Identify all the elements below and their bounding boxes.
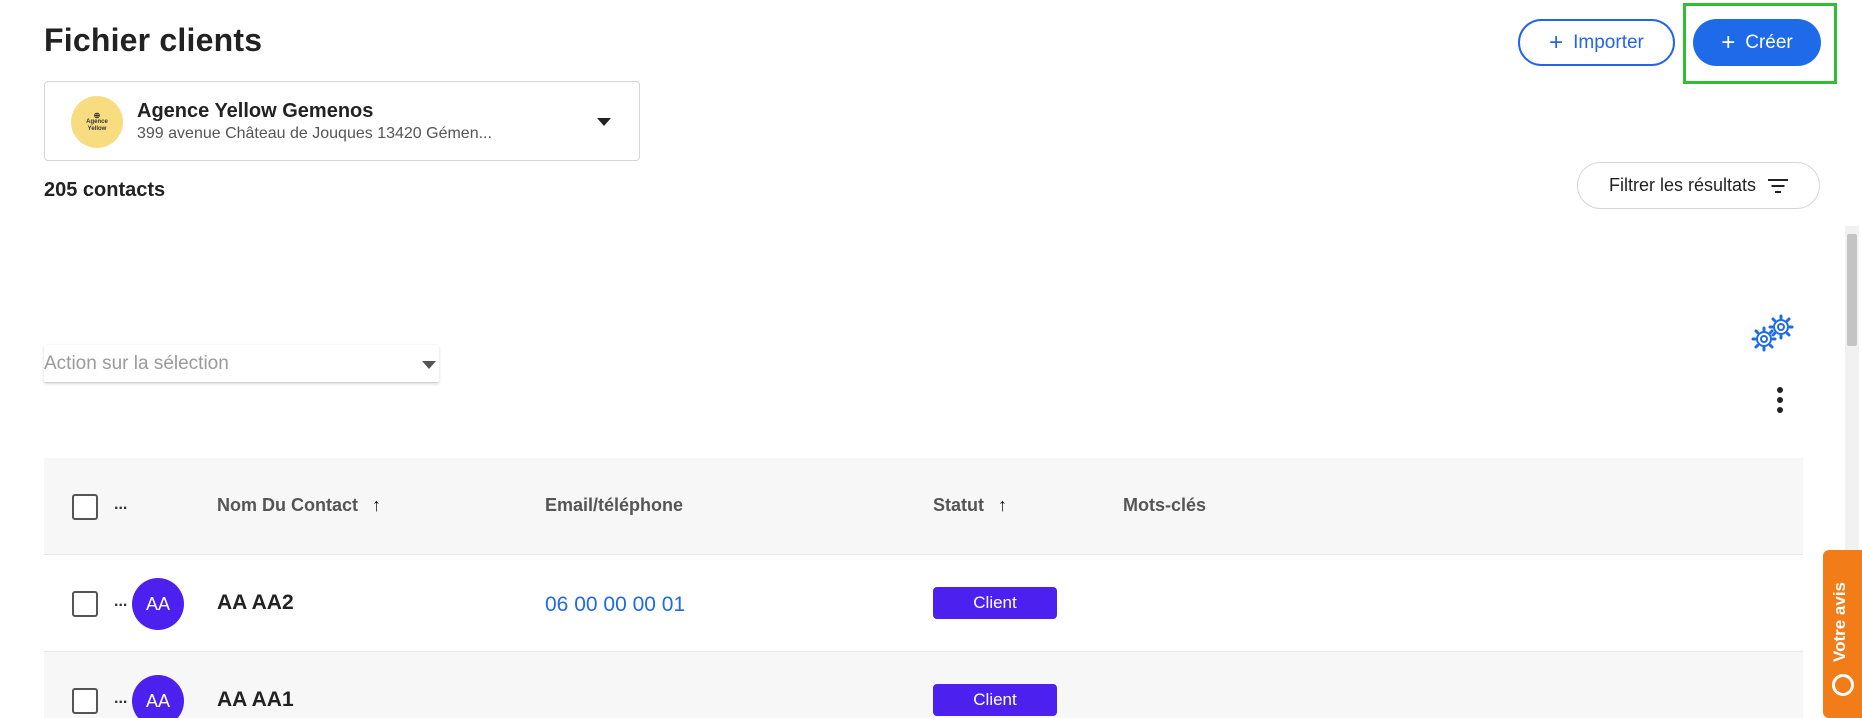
column-header-status-label: Statut xyxy=(933,495,984,515)
contacts-table: ... Nom Du Contact ↑ Email/téléphone Sta… xyxy=(44,458,1803,718)
table-row[interactable]: ... AA AA AA1 Client xyxy=(44,652,1803,718)
feedback-label: Votre avis xyxy=(1830,581,1849,662)
contact-name[interactable]: AA AA2 xyxy=(217,591,294,615)
chevron-down-icon xyxy=(597,118,611,126)
avatar: AA xyxy=(132,578,184,630)
sort-up-arrow-icon: ↑ xyxy=(998,495,1007,515)
agency-selector[interactable]: ⊕ Agence Yellow Agence Yellow Gemenos 39… xyxy=(44,81,640,161)
column-header-contact: Email/téléphone xyxy=(545,495,683,516)
logo-mark-icon: ⊕ xyxy=(93,110,101,120)
status-badge: Client xyxy=(933,684,1057,716)
column-header-keywords-label: Mots-clés xyxy=(1123,495,1207,515)
logo-text-line2: Yellow xyxy=(87,125,107,132)
filter-button-label: Filtrer les résultats xyxy=(1608,175,1757,195)
agency-logo: ⊕ Agence Yellow xyxy=(71,96,123,148)
column-header-name[interactable]: Nom Du Contact ↑ xyxy=(217,495,381,516)
import-button[interactable]: + Importer xyxy=(1518,19,1675,66)
logo-text-line1: Agence xyxy=(86,118,108,125)
plus-icon: + xyxy=(1721,28,1736,56)
selection-action-dropdown[interactable]: Action sur la sélection xyxy=(44,345,439,383)
avatar: AA xyxy=(132,675,184,718)
column-header-keywords: Mots-clés xyxy=(1123,495,1206,516)
chevron-down-icon xyxy=(422,361,436,369)
create-button[interactable]: + Créer xyxy=(1693,19,1821,66)
chat-icon xyxy=(1832,674,1854,696)
gears-icon[interactable] xyxy=(1748,313,1798,353)
import-button-label: Importer xyxy=(1573,31,1644,53)
kebab-menu-icon[interactable] xyxy=(1770,385,1790,415)
filter-button[interactable]: Filtrer les résultats xyxy=(1577,162,1820,209)
plus-icon: + xyxy=(1549,28,1564,56)
scrollbar-thumb[interactable] xyxy=(1847,234,1857,346)
filter-icon xyxy=(1768,178,1789,193)
contact-count: 205 contacts xyxy=(44,179,166,201)
status-badge: Client xyxy=(933,587,1057,619)
column-header-contact-label: Email/téléphone xyxy=(545,495,684,515)
row-dots[interactable]: ... xyxy=(114,690,127,708)
agency-name: Agence Yellow Gemenos xyxy=(137,100,374,122)
select-all-checkbox[interactable] xyxy=(72,494,98,520)
header-dots: ... xyxy=(114,496,128,513)
contact-phone[interactable]: 06 00 00 00 01 xyxy=(545,593,685,617)
page-title: Fichier clients xyxy=(44,22,263,58)
row-checkbox[interactable] xyxy=(72,688,98,714)
row-checkbox[interactable] xyxy=(72,591,98,617)
agency-address: 399 avenue Château de Jouques 13420 Géme… xyxy=(137,125,492,142)
selection-action-placeholder: Action sur la sélection xyxy=(44,353,229,374)
table-header: ... Nom Du Contact ↑ Email/téléphone Sta… xyxy=(44,458,1803,555)
contact-name[interactable]: AA AA1 xyxy=(217,688,294,712)
create-button-label: Créer xyxy=(1745,31,1793,53)
column-header-status[interactable]: Statut ↑ xyxy=(933,495,1007,516)
feedback-tab[interactable]: Votre avis xyxy=(1823,550,1862,718)
table-row[interactable]: ... AA AA AA2 06 00 00 00 01 Client xyxy=(44,555,1803,652)
column-header-name-label: Nom Du Contact xyxy=(217,495,358,515)
row-dots[interactable]: ... xyxy=(114,593,127,611)
sort-up-arrow-icon: ↑ xyxy=(372,495,381,515)
